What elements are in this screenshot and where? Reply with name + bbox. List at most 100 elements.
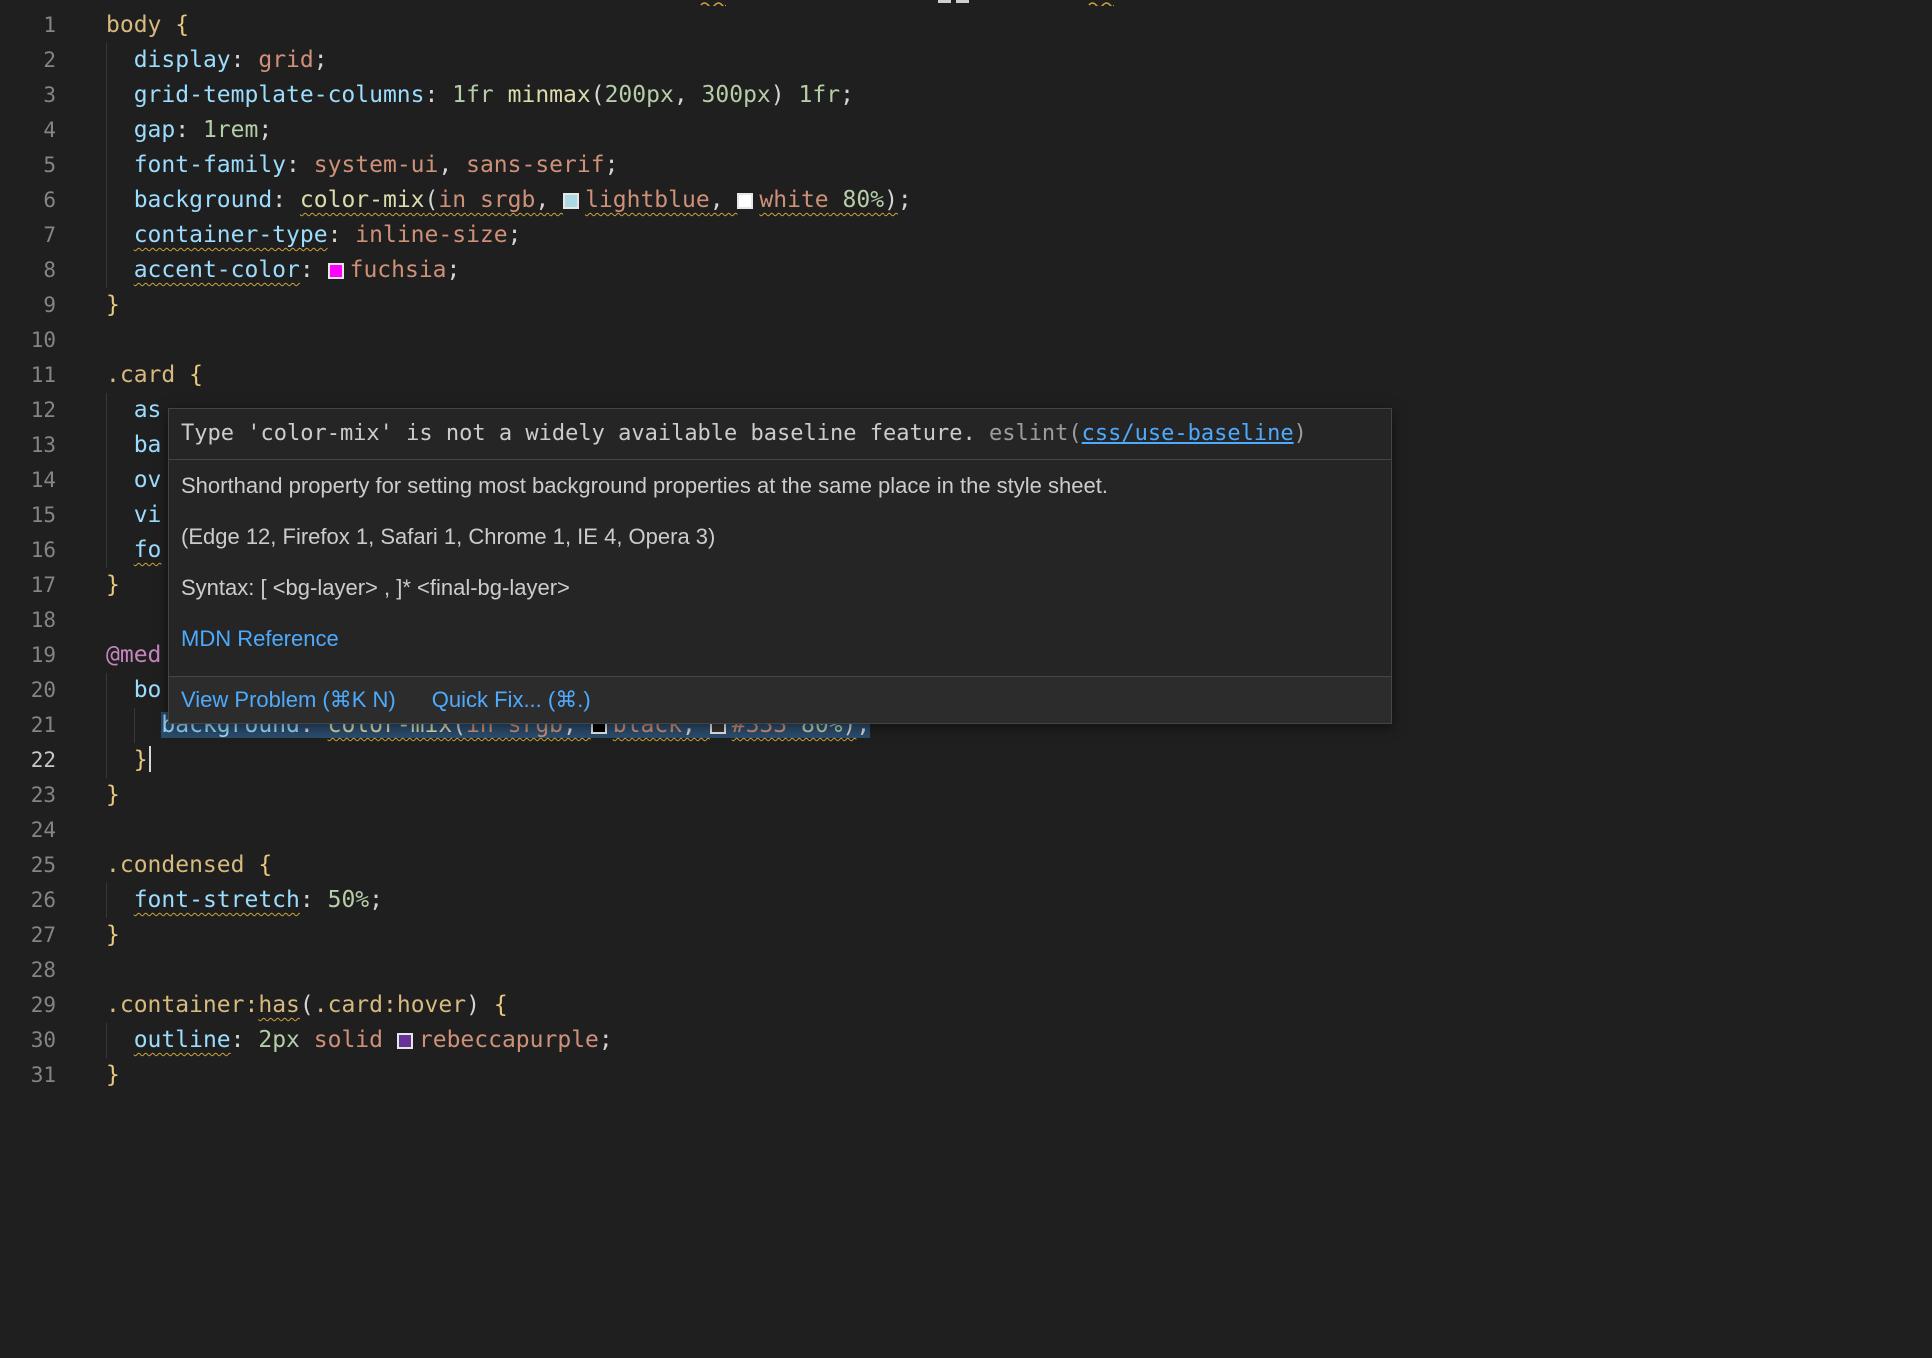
token-plain [688,82,702,108]
mdn-reference-link[interactable]: MDN Reference [181,626,339,651]
code-line[interactable]: 1body { [0,8,1932,43]
line-number: 3 [0,78,56,113]
code-line[interactable]: 28 [0,953,1932,988]
token-plain [106,467,134,493]
code-content: container-type: inline-size; [56,218,1932,253]
token-sel: .card [314,992,383,1018]
token-prop: vi [134,502,162,528]
token-prop: font-stretch [134,887,300,913]
code-line[interactable]: 2 display: grid; [0,43,1932,78]
code-line[interactable]: 29.container:has(.card:hover) { [0,988,1932,1023]
code-line[interactable]: 25.condensed { [0,848,1932,883]
token-plain [480,992,494,1018]
line-number: 10 [0,323,56,358]
line-number: 20 [0,673,56,708]
token-plain [438,82,452,108]
code-line[interactable]: 22 } [0,743,1932,778]
token-val: rebeccapurple [397,1027,599,1053]
token-prop: ov [134,467,162,493]
indent-guide [106,183,107,218]
token-sel: : [244,992,258,1018]
token-punct: : [286,152,300,178]
token-punct: ; [840,82,854,108]
token-plain [106,82,134,108]
token-plain [300,152,314,178]
token-plain [161,12,175,38]
token-val: in [438,187,466,213]
token-brace: } [106,572,120,598]
code-line[interactable]: 3 grid-template-columns: 1fr minmax(200p… [0,78,1932,113]
quick-fix-link[interactable]: Quick Fix... (⌘.) [432,686,591,714]
clipped-text-fragment [938,0,951,3]
code-line[interactable]: 27} [0,918,1932,953]
color-swatch[interactable] [737,193,753,209]
token-punct: ; [447,257,461,283]
token-prop: container-type [134,222,328,248]
code-content [56,813,1932,848]
token-val: solid [314,1027,383,1053]
code-line[interactable]: 6 background: color-mix(in srgb, lightbl… [0,183,1932,218]
token-prop: background [134,187,272,213]
code-line[interactable]: 5 font-family: system-ui, sans-serif; [0,148,1932,183]
line-number: 29 [0,988,56,1023]
code-content: background: color-mix(in srgb, lightblue… [56,183,1932,218]
token-plain [175,362,189,388]
view-problem-link[interactable]: View Problem (⌘K N) [181,686,396,714]
color-swatch[interactable] [328,263,344,279]
code-line[interactable]: 4 gap: 1rem; [0,113,1932,148]
line-number: 25 [0,848,56,883]
line-number: 11 [0,358,56,393]
token-punct: , [674,82,688,108]
line-number: 1 [0,8,56,43]
baseline-rule-link[interactable]: css/use-baseline [1082,421,1294,446]
token-brace: } [106,922,120,948]
line-number: 26 [0,883,56,918]
token-fn: minmax [508,82,591,108]
code-line[interactable]: 10 [0,323,1932,358]
code-line[interactable]: 7 container-type: inline-size; [0,218,1932,253]
code-line[interactable]: 30 outline: 2px solid rebeccapurple; [0,1023,1932,1058]
token-punct: ; [258,117,272,143]
diagnostic-row: Type 'color-mix' is not a widely availab… [169,409,1391,459]
diagnostic-source-suffix: ) [1294,421,1307,446]
line-number: 7 [0,218,56,253]
code-line[interactable]: 9} [0,288,1932,323]
code-content: font-family: system-ui, sans-serif; [56,148,1932,183]
token-plain [244,852,258,878]
token-plain [383,1027,397,1053]
code-line[interactable]: 23} [0,778,1932,813]
code-line[interactable]: 11.card { [0,358,1932,393]
token-plain [106,432,134,458]
token-num: 80% [843,187,885,213]
code-content: } [56,288,1932,323]
code-content [56,953,1932,988]
token-prop: as [134,397,162,423]
token-punct: , [438,152,452,178]
token-plain [452,152,466,178]
code-line[interactable]: 24 [0,813,1932,848]
token-punct: ) [771,82,785,108]
indent-guide [106,393,107,428]
code-line[interactable]: 31} [0,1058,1932,1093]
code-line[interactable]: 26 font-stretch: 50%; [0,883,1932,918]
color-swatch[interactable] [397,1033,413,1049]
indent-guide [106,708,107,743]
indent-guide [106,463,107,498]
code-line[interactable]: 8 accent-color: fuchsia; [0,253,1932,288]
token-sel: .container [106,992,244,1018]
token-brace: } [106,782,120,808]
code-content: } [56,1058,1932,1093]
token-prop: ba [134,432,162,458]
token-sel: .card [106,362,175,388]
token-plain [314,257,328,283]
color-swatch[interactable] [563,193,579,209]
token-prop: outline [134,1027,231,1053]
token-plain [106,117,134,143]
token-plain [549,187,563,213]
clipped-squiggle-fragment [700,0,726,6]
token-plain [106,397,134,423]
token-plain [189,117,203,143]
code-content: font-stretch: 50%; [56,883,1932,918]
doc-browser-support: (Edge 12, Firefox 1, Safari 1, Chrome 1,… [181,523,1379,551]
indent-guide [106,253,107,288]
